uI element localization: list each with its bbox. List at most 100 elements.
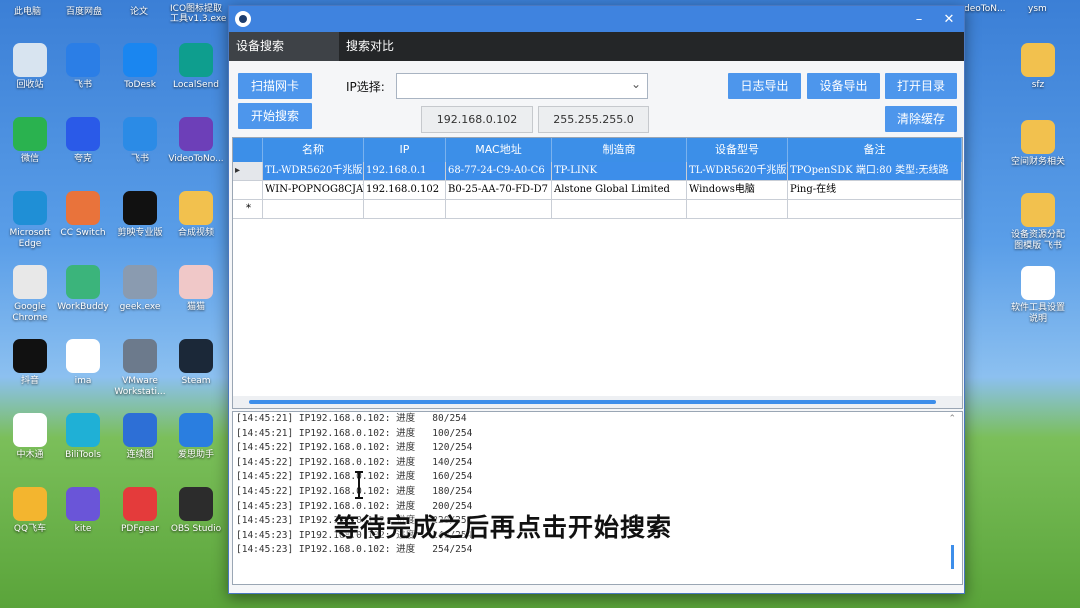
- desktop-shortcut[interactable]: Steam: [166, 339, 226, 387]
- title-bar[interactable]: – ✕: [229, 6, 964, 32]
- table-row[interactable]: ▸ TL-WDR5620千兆版 192.168.0.1 68-77-24-C9-…: [233, 162, 962, 181]
- table-cell[interactable]: 192.168.0.102: [364, 181, 446, 199]
- table-row[interactable]: WIN-POPNOG8CJAV 192.168.0.102 B0-25-AA-7…: [233, 181, 962, 200]
- table-cell[interactable]: TPOpenSDK 端口:80 类型:无线路: [788, 162, 962, 180]
- desktop-label-videoton[interactable]: deoToN...: [964, 4, 1006, 14]
- device-export-button[interactable]: 设备导出: [807, 73, 880, 99]
- table-cell[interactable]: [552, 200, 687, 218]
- desktop-shortcut[interactable]: 设备资源分配图模版 飞书: [1008, 193, 1068, 252]
- table-cell[interactable]: 192.168.0.1: [364, 162, 446, 180]
- desktop-shortcut-label: PDFgear: [121, 524, 159, 534]
- desktop-shortcut[interactable]: WorkBuddy: [53, 265, 113, 313]
- steam-icon: [179, 339, 213, 373]
- log-panel[interactable]: [14:45:21] IP192.168.0.102: 进度 80/254 [14…: [232, 411, 963, 585]
- device-grid[interactable]: 名称 IP MAC地址 制造商 设备型号 备注 ▸ TL-WDR5620千兆版 …: [232, 137, 963, 409]
- desktop-shortcut[interactable]: QQ飞车: [0, 487, 60, 535]
- localsend-icon: [179, 43, 213, 77]
- scrollbar-thumb[interactable]: [249, 400, 936, 404]
- desktop-shortcut[interactable]: 爱思助手: [166, 413, 226, 461]
- desktop-shortcut-label: sfz: [1031, 80, 1045, 90]
- desktop-shortcut-label: CC Switch: [60, 228, 106, 238]
- open-directory-button[interactable]: 打开目录: [885, 73, 957, 99]
- subnet-mask-field[interactable]: 255.255.255.0: [538, 106, 649, 133]
- table-cell[interactable]: 68-77-24-C9-A0-C6: [446, 162, 552, 180]
- start-search-button[interactable]: 开始搜索: [238, 103, 312, 129]
- desktop-shortcut-label: 抖音: [20, 376, 39, 386]
- desktop-shortcut[interactable]: ToDesk: [110, 43, 170, 91]
- desktop-shortcut[interactable]: 合成视频: [166, 191, 226, 239]
- text-cursor-icon: [355, 471, 363, 499]
- desktop-shortcut[interactable]: 飞书: [110, 117, 170, 165]
- column-header[interactable]: IP: [364, 138, 446, 162]
- desktop-shortcut[interactable]: 微信: [0, 117, 60, 165]
- table-cell[interactable]: Ping-在线: [788, 181, 962, 199]
- desktop-shortcut[interactable]: 回收站: [0, 43, 60, 91]
- tab-search-compare[interactable]: 搜索对比: [339, 32, 449, 61]
- table-cell[interactable]: [263, 200, 364, 218]
- ip-address-field[interactable]: 192.168.0.102: [421, 106, 533, 133]
- scroll-up-icon[interactable]: ⌃: [948, 414, 956, 424]
- table-cell[interactable]: TP-LINK: [552, 162, 687, 180]
- column-header[interactable]: MAC地址: [446, 138, 552, 162]
- table-cell[interactable]: Windows电脑: [687, 181, 788, 199]
- table-cell[interactable]: TL-WDR5620千兆版: [687, 162, 788, 180]
- row-selector[interactable]: [233, 181, 263, 199]
- column-header[interactable]: 备注: [788, 138, 962, 162]
- row-selector-arrow-icon[interactable]: ▸: [233, 162, 263, 180]
- desktop-shortcut[interactable]: Google Chrome: [0, 265, 60, 324]
- desktop-shortcut[interactable]: 夸克: [53, 117, 113, 165]
- table-cell[interactable]: [446, 200, 552, 218]
- tab-device-search[interactable]: 设备搜索: [229, 32, 339, 61]
- vertical-scrollbar-thumb[interactable]: [951, 545, 954, 569]
- desktop-label-this-pc[interactable]: 此电脑: [14, 4, 41, 17]
- desktop-shortcut[interactable]: sfz: [1008, 43, 1068, 91]
- table-cell[interactable]: TL-WDR5620千兆版: [263, 162, 364, 180]
- desktop-shortcut[interactable]: VMware Workstati...: [110, 339, 170, 398]
- desktop-shortcut[interactable]: 抖音: [0, 339, 60, 387]
- desktop-shortcut[interactable]: kite: [53, 487, 113, 535]
- log-export-button[interactable]: 日志导出: [728, 73, 801, 99]
- column-header[interactable]: 设备型号: [687, 138, 788, 162]
- desktop-shortcut[interactable]: 剪映专业版: [110, 191, 170, 239]
- desktop-shortcut[interactable]: 空间财务相关: [1008, 120, 1068, 168]
- desktop-label-ysm[interactable]: ysm: [1028, 4, 1047, 14]
- desktop-label-papers[interactable]: 论文: [130, 4, 148, 17]
- clear-cache-button[interactable]: 清除缓存: [885, 106, 957, 132]
- table-cell[interactable]: [788, 200, 962, 218]
- edge-icon: [13, 191, 47, 225]
- desktop-shortcut[interactable]: Microsoft Edge: [0, 191, 60, 250]
- chevron-down-icon[interactable]: ⌄: [631, 77, 641, 91]
- folder-icon: [1021, 120, 1055, 154]
- column-header[interactable]: 制造商: [552, 138, 687, 162]
- table-cell[interactable]: B0-25-AA-70-FD-D7: [446, 181, 552, 199]
- desktop-shortcut[interactable]: 猫猫: [166, 265, 226, 313]
- desktop-shortcut[interactable]: VideoToNo...: [166, 117, 226, 165]
- desktop-shortcut[interactable]: CC Switch: [53, 191, 113, 239]
- desktop-shortcut[interactable]: BiliTools: [53, 413, 113, 461]
- desktop-shortcut[interactable]: geek.exe: [110, 265, 170, 313]
- desktop-shortcut[interactable]: 飞书: [53, 43, 113, 91]
- desktop-shortcut[interactable]: 中木通: [0, 413, 60, 461]
- desktop-label-baidu[interactable]: 百度网盘: [66, 4, 102, 17]
- desktop-shortcut[interactable]: 软件工具设置说明: [1008, 266, 1068, 325]
- table-row-new[interactable]: *: [233, 200, 962, 219]
- desktop-shortcut[interactable]: ima: [53, 339, 113, 387]
- desktop-shortcut-label: kite: [74, 524, 92, 534]
- minimize-icon[interactable]: –: [904, 12, 934, 27]
- desktop-shortcut[interactable]: PDFgear: [110, 487, 170, 535]
- scan-nic-button[interactable]: 扫描网卡: [238, 73, 312, 99]
- table-cell[interactable]: [687, 200, 788, 218]
- ip-select-dropdown[interactable]: ⌄: [396, 73, 648, 99]
- close-icon[interactable]: ✕: [934, 12, 964, 27]
- column-header[interactable]: 名称: [263, 138, 364, 162]
- horizontal-scrollbar[interactable]: [233, 396, 962, 408]
- log-line: [14:45:22] IP192.168.0.102: 进度 120/254: [236, 442, 473, 454]
- table-cell[interactable]: Alstone Global Limited: [552, 181, 687, 199]
- desktop-label-ico-tool[interactable]: ICO图标提取工具v1.3.exe: [170, 4, 228, 24]
- desktop-shortcut[interactable]: 连续图: [110, 413, 170, 461]
- desktop-shortcut-label: 微信: [20, 154, 39, 164]
- table-cell[interactable]: WIN-POPNOG8CJAV: [263, 181, 364, 199]
- desktop-shortcut[interactable]: LocalSend: [166, 43, 226, 91]
- desktop-shortcut[interactable]: OBS Studio: [166, 487, 226, 535]
- table-cell[interactable]: [364, 200, 446, 218]
